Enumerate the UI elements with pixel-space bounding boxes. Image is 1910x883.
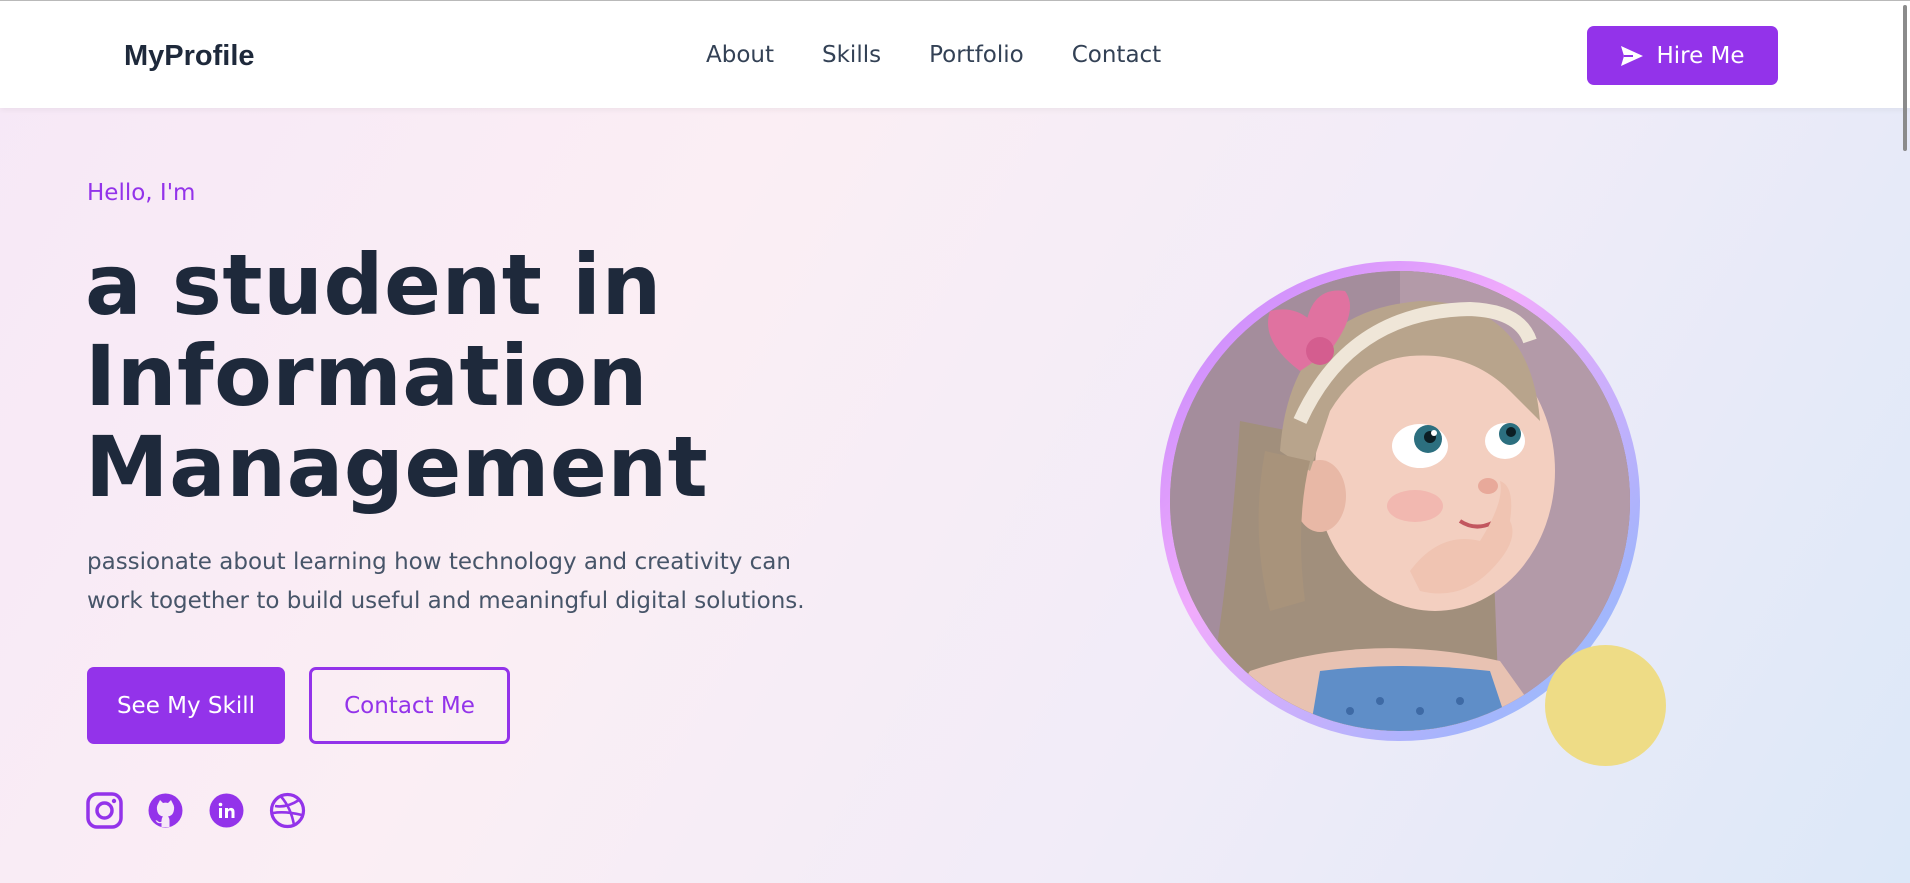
linkedin-icon[interactable] [208,792,245,829]
decorative-circle [1545,645,1666,766]
social-links [86,792,306,829]
main-nav: About Skills Portfolio Contact [706,42,1209,68]
contact-me-button[interactable]: Contact Me [309,667,510,744]
dribbble-icon[interactable] [269,792,306,829]
headline-line-2: Information [85,327,648,425]
hero-headline: a student in Information Management [85,240,885,513]
greeting-text: Hello, I'm [87,180,196,206]
cartoon-girl-avatar-icon [1170,271,1630,731]
headline-line-1: a student in [85,236,662,334]
hire-me-label: Hire Me [1656,42,1745,69]
headline-line-3: Management [85,418,709,516]
see-my-skill-button[interactable]: See My Skill [87,667,285,744]
nav-skills[interactable]: Skills [822,42,881,68]
nav-about[interactable]: About [706,42,774,68]
hero-description: passionate about learning how technology… [87,549,805,614]
top-navbar: MyProfile About Skills Portfolio Contact… [0,0,1910,108]
send-icon [1621,45,1644,66]
profile-avatar [1170,271,1630,731]
github-icon[interactable] [147,792,184,829]
nav-portfolio[interactable]: Portfolio [929,42,1024,68]
hire-me-button[interactable]: Hire Me [1587,26,1778,85]
brand-logo[interactable]: MyProfile [124,40,255,73]
scrollbar-thumb[interactable] [1903,5,1907,151]
instagram-icon[interactable] [86,792,123,829]
nav-contact[interactable]: Contact [1072,42,1161,68]
